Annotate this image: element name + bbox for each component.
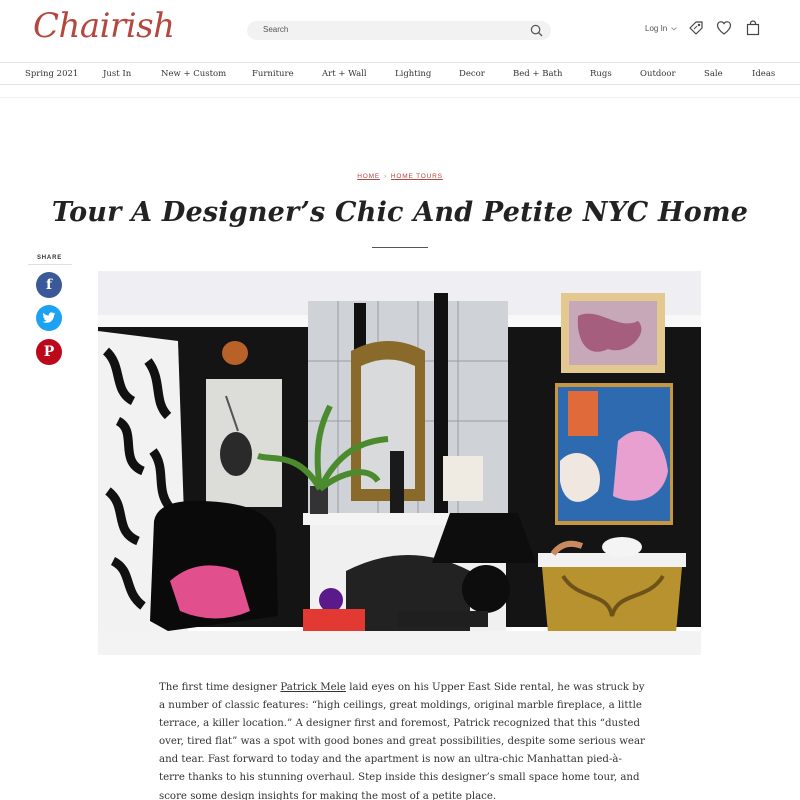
nav-item-just-in[interactable]: Just In	[103, 69, 131, 79]
title-divider	[372, 247, 428, 248]
chairish-logo[interactable]: Chairish	[33, 6, 175, 46]
tag-icon[interactable]	[688, 20, 704, 36]
shopping-bag-icon[interactable]	[745, 20, 761, 36]
login-link[interactable]: Log In	[645, 24, 667, 33]
main-nav: Spring 2021 Just In New + Custom Furnitu…	[0, 62, 800, 85]
share-label: SHARE	[37, 255, 63, 261]
nav-item-art-wall[interactable]: Art + Wall	[322, 69, 367, 79]
heart-icon[interactable]	[716, 20, 732, 36]
pinterest-share-button[interactable]: P	[36, 339, 62, 365]
chevron-down-icon	[671, 27, 677, 31]
nav-item-decor[interactable]: Decor	[459, 69, 485, 79]
twitter-icon	[42, 312, 56, 323]
hero-image	[98, 271, 701, 655]
nav-item-lighting[interactable]: Lighting	[395, 69, 431, 79]
facebook-share-button[interactable]: f	[36, 272, 62, 298]
living-room-photo	[98, 271, 701, 655]
nav-item-outdoor[interactable]: Outdoor	[640, 69, 676, 79]
search-icon[interactable]	[530, 24, 543, 37]
page-title: Tour A Designer’s Chic And Petite NYC Ho…	[51, 197, 749, 228]
article-body-intro: The first time designer	[159, 682, 281, 693]
breadcrumb-home[interactable]: HOME	[357, 173, 380, 180]
facebook-icon: f	[45, 277, 53, 293]
nav-item-ideas[interactable]: Ideas	[752, 69, 775, 79]
breadcrumb: HOME › HOME TOURS	[0, 173, 800, 180]
pinterest-icon: P	[43, 344, 55, 360]
nav-item-bed-bath[interactable]: Bed + Bath	[513, 69, 562, 79]
article-body: The first time designer Patrick Mele lai…	[159, 679, 645, 800]
search-input[interactable]: Search	[247, 21, 551, 40]
nav-divider	[0, 97, 800, 98]
twitter-share-button[interactable]	[36, 305, 62, 331]
breadcrumb-separator: ›	[383, 173, 387, 180]
site-header: Chairish Search Log In	[0, 0, 800, 62]
nav-item-furniture[interactable]: Furniture	[252, 69, 294, 79]
designer-link[interactable]: Patrick Mele	[280, 682, 346, 693]
article-body-rest: laid eyes on his Upper East Side rental,…	[159, 682, 645, 800]
breadcrumb-home-tours[interactable]: HOME TOURS	[391, 173, 443, 180]
nav-item-new-custom[interactable]: New + Custom	[161, 69, 226, 79]
nav-item-spring-2021[interactable]: Spring 2021	[25, 69, 78, 79]
share-divider	[28, 264, 72, 265]
nav-item-rugs[interactable]: Rugs	[590, 69, 612, 79]
nav-item-sale[interactable]: Sale	[704, 69, 723, 79]
search-placeholder: Search	[263, 25, 289, 34]
